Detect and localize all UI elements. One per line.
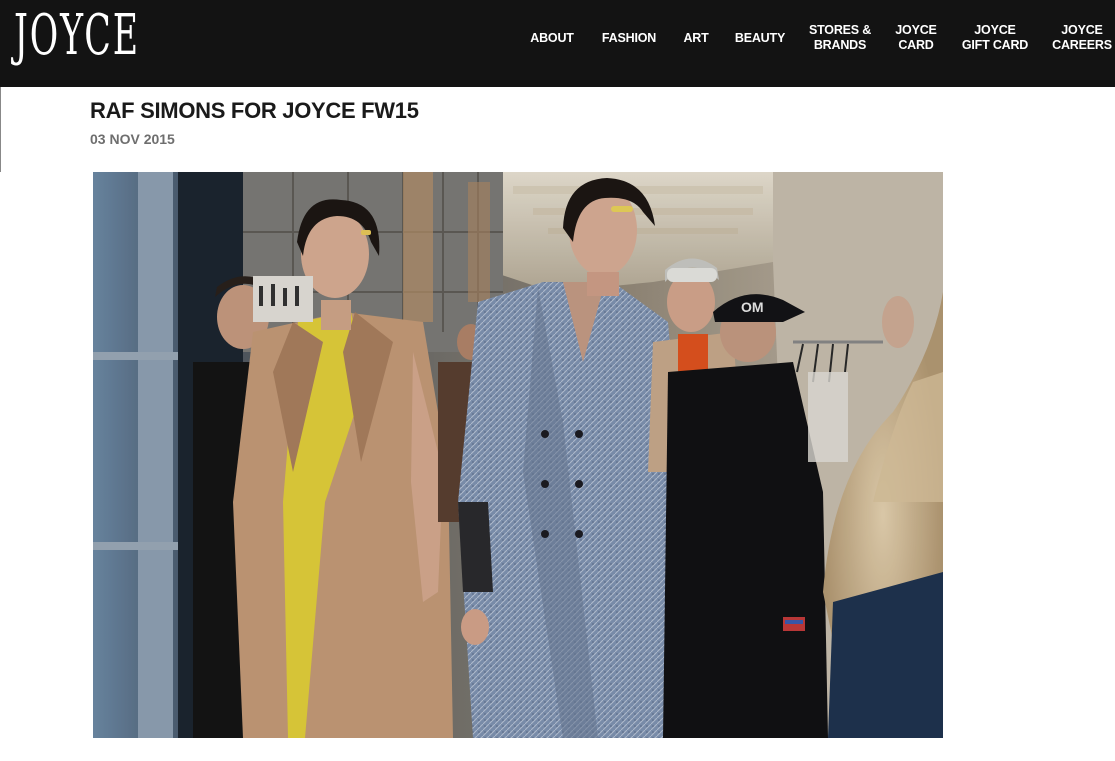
nav-item-fashion[interactable]: FASHION	[598, 0, 660, 76]
nav-item-stores-brands[interactable]: STORES & BRANDS	[807, 0, 873, 76]
joyce-logo[interactable]: JOYCE	[14, 4, 140, 68]
site-header: JOYCE ABOUT FASHION ART BEAUTY STORES & …	[0, 0, 1115, 87]
article-title: RAF SIMONS FOR JOYCE FW15	[90, 98, 419, 123]
nav-item-beauty[interactable]: BEAUTY	[732, 0, 788, 76]
left-divider	[0, 87, 1, 172]
nav-item-art[interactable]: ART	[680, 0, 712, 76]
article-date: 03 NOV 2015	[90, 131, 175, 147]
backstage-photo-illustration: OM	[93, 172, 943, 738]
nav-item-about[interactable]: ABOUT	[526, 0, 578, 76]
article-photo: OM	[93, 172, 943, 738]
nav-item-joyce-card[interactable]: JOYCE CARD	[892, 0, 940, 76]
nav-item-joyce-gift-card[interactable]: JOYCE GIFT CARD	[958, 0, 1032, 76]
nav-item-joyce-careers[interactable]: JOYCE CAREERS	[1050, 0, 1114, 76]
